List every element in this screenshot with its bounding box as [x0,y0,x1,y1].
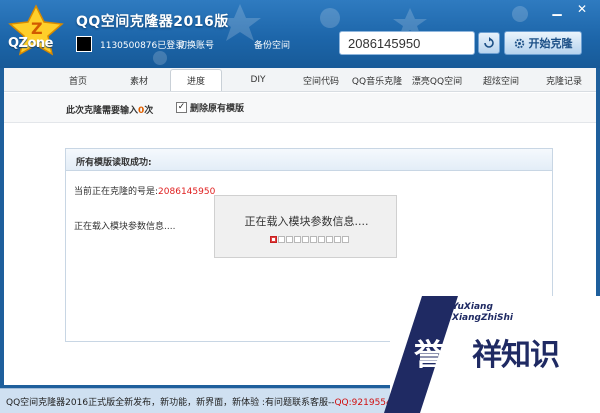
qq-number-input[interactable] [339,31,475,55]
current-clone-line: 当前正在克隆的号是:2086145950 [74,187,216,197]
tab-pretty-qzone[interactable]: 漂亮QQ空间 [406,69,468,91]
progress-dot [302,236,309,243]
tab-materials[interactable]: 素材 [108,69,170,91]
tab-cool-space[interactable]: 超炫空间 [468,69,534,91]
start-clone-label: 开始克隆 [528,37,573,50]
refresh-button[interactable] [478,32,500,54]
delete-templates-checkbox[interactable]: ✓ 删除原有模版 [176,101,244,114]
status-text: QQ空间克隆器2016正式版全新发布，新功能，新界面，新体验 :有问题联系客服-… [6,398,404,408]
gear-icon [514,38,524,48]
qzone-logo-icon: Z [8,4,64,56]
switch-account-link[interactable]: 切换账号 [178,38,214,51]
progress-dot [286,236,293,243]
watermark-en-line2: XiangZhiShi [452,313,513,323]
progress-dot [334,236,341,243]
watermark-en-line1: YuXiang [452,302,493,312]
progress-dot [342,236,349,243]
progress-dot [326,236,333,243]
input-count-label: 此次克隆需要输入0次 [66,106,154,116]
refresh-icon [484,37,494,48]
login-status: 1130500876已登录 [100,41,185,51]
progress-dot [318,236,325,243]
watermark-logo: YuXiang XiangZhiShi 誉祥祥知识 [383,296,600,413]
tab-home[interactable]: 首页 [48,69,108,91]
logo-text: QZone [8,36,53,51]
loading-status: 正在载入模块参数信息.... [74,222,176,232]
delete-templates-label: 删除原有模版 [190,104,245,114]
tab-music-clone[interactable]: QQ音乐克隆 [348,69,406,91]
checkbox-icon: ✓ [176,102,187,113]
progress-dot [294,236,301,243]
tab-clone-history[interactable]: 克隆记录 [534,69,594,91]
watermark-cn-text: 誉祥祥知识 [414,338,560,373]
tab-diy[interactable]: DIY [222,69,294,91]
progress-indicator [270,236,349,243]
tab-space-code[interactable]: 空间代码 [294,69,348,91]
close-icon: ✕ [576,2,588,16]
app-title: QQ空间克隆器2016版 [76,14,229,30]
close-button[interactable]: ✕ [568,0,596,18]
nav-tabs: 首页 素材 进度 DIY 空间代码 QQ音乐克隆 漂亮QQ空间 超炫空间 克隆记… [4,68,596,92]
progress-dot [270,236,277,243]
backup-space-link[interactable]: 备份空间 [254,38,290,51]
minimize-icon: ▁ [552,2,562,16]
start-clone-button[interactable]: 开始克隆 [504,31,582,55]
current-clone-qq: 2086145950 [158,187,216,197]
loading-dialog-text: 正在载入模块参数信息.... [244,215,369,228]
title-bar: Z QZone QQ空间克隆器2016版 ▁ ✕ 1130500876已登录 切… [0,0,600,68]
progress-dot [310,236,317,243]
progress-dot [278,236,285,243]
window-controls: ▁ ✕ [546,0,596,18]
progress-panel-header: 所有模版读取成功: [66,149,552,171]
minimize-button[interactable]: ▁ [546,0,568,18]
loading-dialog: 正在载入模块参数信息.... [214,195,397,258]
tab-progress[interactable]: 进度 [170,69,222,91]
clone-settings-bar: 此次克隆需要输入0次 ✓ 删除原有模版 [4,93,596,123]
avatar [76,36,92,52]
